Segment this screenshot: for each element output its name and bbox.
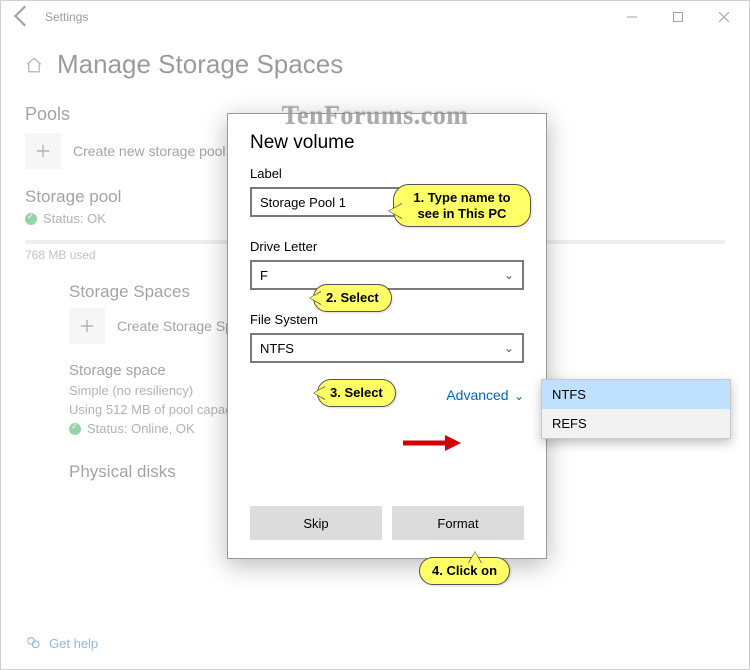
chevron-down-icon: ⌄ [511, 389, 524, 403]
minimize-button[interactable] [609, 1, 655, 33]
close-button[interactable] [701, 1, 747, 33]
drive-letter-label: Drive Letter [250, 239, 524, 254]
page-header: Manage Storage Spaces [1, 33, 749, 90]
create-space-button[interactable] [69, 308, 105, 344]
window-title: Settings [35, 10, 609, 24]
fs-option-refs[interactable]: REFS [542, 409, 730, 438]
callout-1: 1. Type name to see in This PC [393, 184, 531, 227]
help-icon [25, 635, 41, 651]
filesystem-dropdown: NTFS REFS [541, 379, 731, 439]
filesystem-select[interactable]: NTFS ⌄ [250, 333, 524, 363]
skip-button[interactable]: Skip [250, 506, 382, 540]
chevron-down-icon: ⌄ [504, 268, 514, 282]
format-button[interactable]: Format [392, 506, 524, 540]
plus-icon [36, 144, 50, 158]
fs-option-ntfs[interactable]: NTFS [542, 380, 730, 409]
ok-icon [69, 423, 81, 435]
plus-icon [80, 319, 94, 333]
get-help-link[interactable]: Get help [25, 635, 98, 651]
dialog-title: New volume [250, 132, 524, 154]
ok-icon [25, 213, 37, 225]
red-arrow-annotation [401, 433, 461, 458]
label-field-label: Label [250, 166, 524, 181]
callout-2: 2. Select [313, 284, 392, 312]
back-button[interactable] [9, 3, 35, 32]
maximize-button[interactable] [655, 1, 701, 33]
callout-4: 4. Click on [419, 557, 510, 585]
callout-3: 3. Select [317, 379, 396, 407]
page-title: Manage Storage Spaces [57, 49, 343, 80]
filesystem-label: File System [250, 312, 524, 327]
chevron-down-icon: ⌄ [504, 341, 514, 355]
new-volume-dialog: New volume Label Storage Pool 1 Drive Le… [227, 113, 547, 559]
titlebar: Settings [1, 1, 749, 33]
create-pool-button[interactable] [25, 133, 61, 169]
drive-letter-select[interactable]: F ⌄ [250, 260, 524, 290]
create-pool-label: Create new storage pool [73, 143, 226, 159]
home-icon[interactable] [25, 56, 43, 74]
